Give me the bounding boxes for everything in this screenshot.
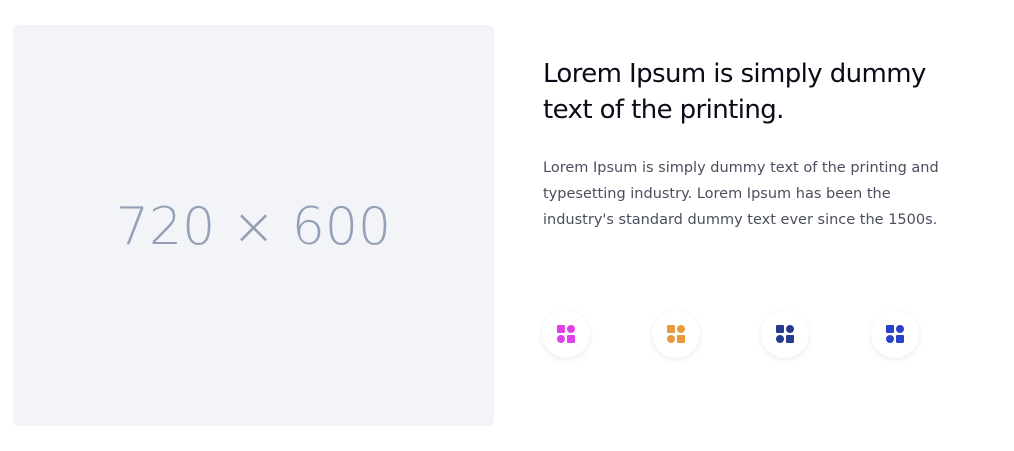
image-placeholder-label: 720 × 600 xyxy=(115,196,392,257)
feature-content: Lorem Ipsum is simply dummy text of the … xyxy=(543,56,973,233)
apps-icon xyxy=(886,325,904,343)
feature-heading: Lorem Ipsum is simply dummy text of the … xyxy=(543,59,926,125)
icon-button-3[interactable] xyxy=(761,310,809,358)
apps-icon xyxy=(667,325,685,343)
feature-description: Lorem Ipsum is simply dummy text of the … xyxy=(543,160,939,228)
apps-icon xyxy=(557,325,575,343)
icon-button-1[interactable] xyxy=(542,310,590,358)
icon-row xyxy=(542,310,942,360)
apps-icon xyxy=(776,325,794,343)
image-placeholder: 720 × 600 xyxy=(13,25,494,426)
icon-button-4[interactable] xyxy=(871,310,919,358)
icon-button-2[interactable] xyxy=(652,310,700,358)
